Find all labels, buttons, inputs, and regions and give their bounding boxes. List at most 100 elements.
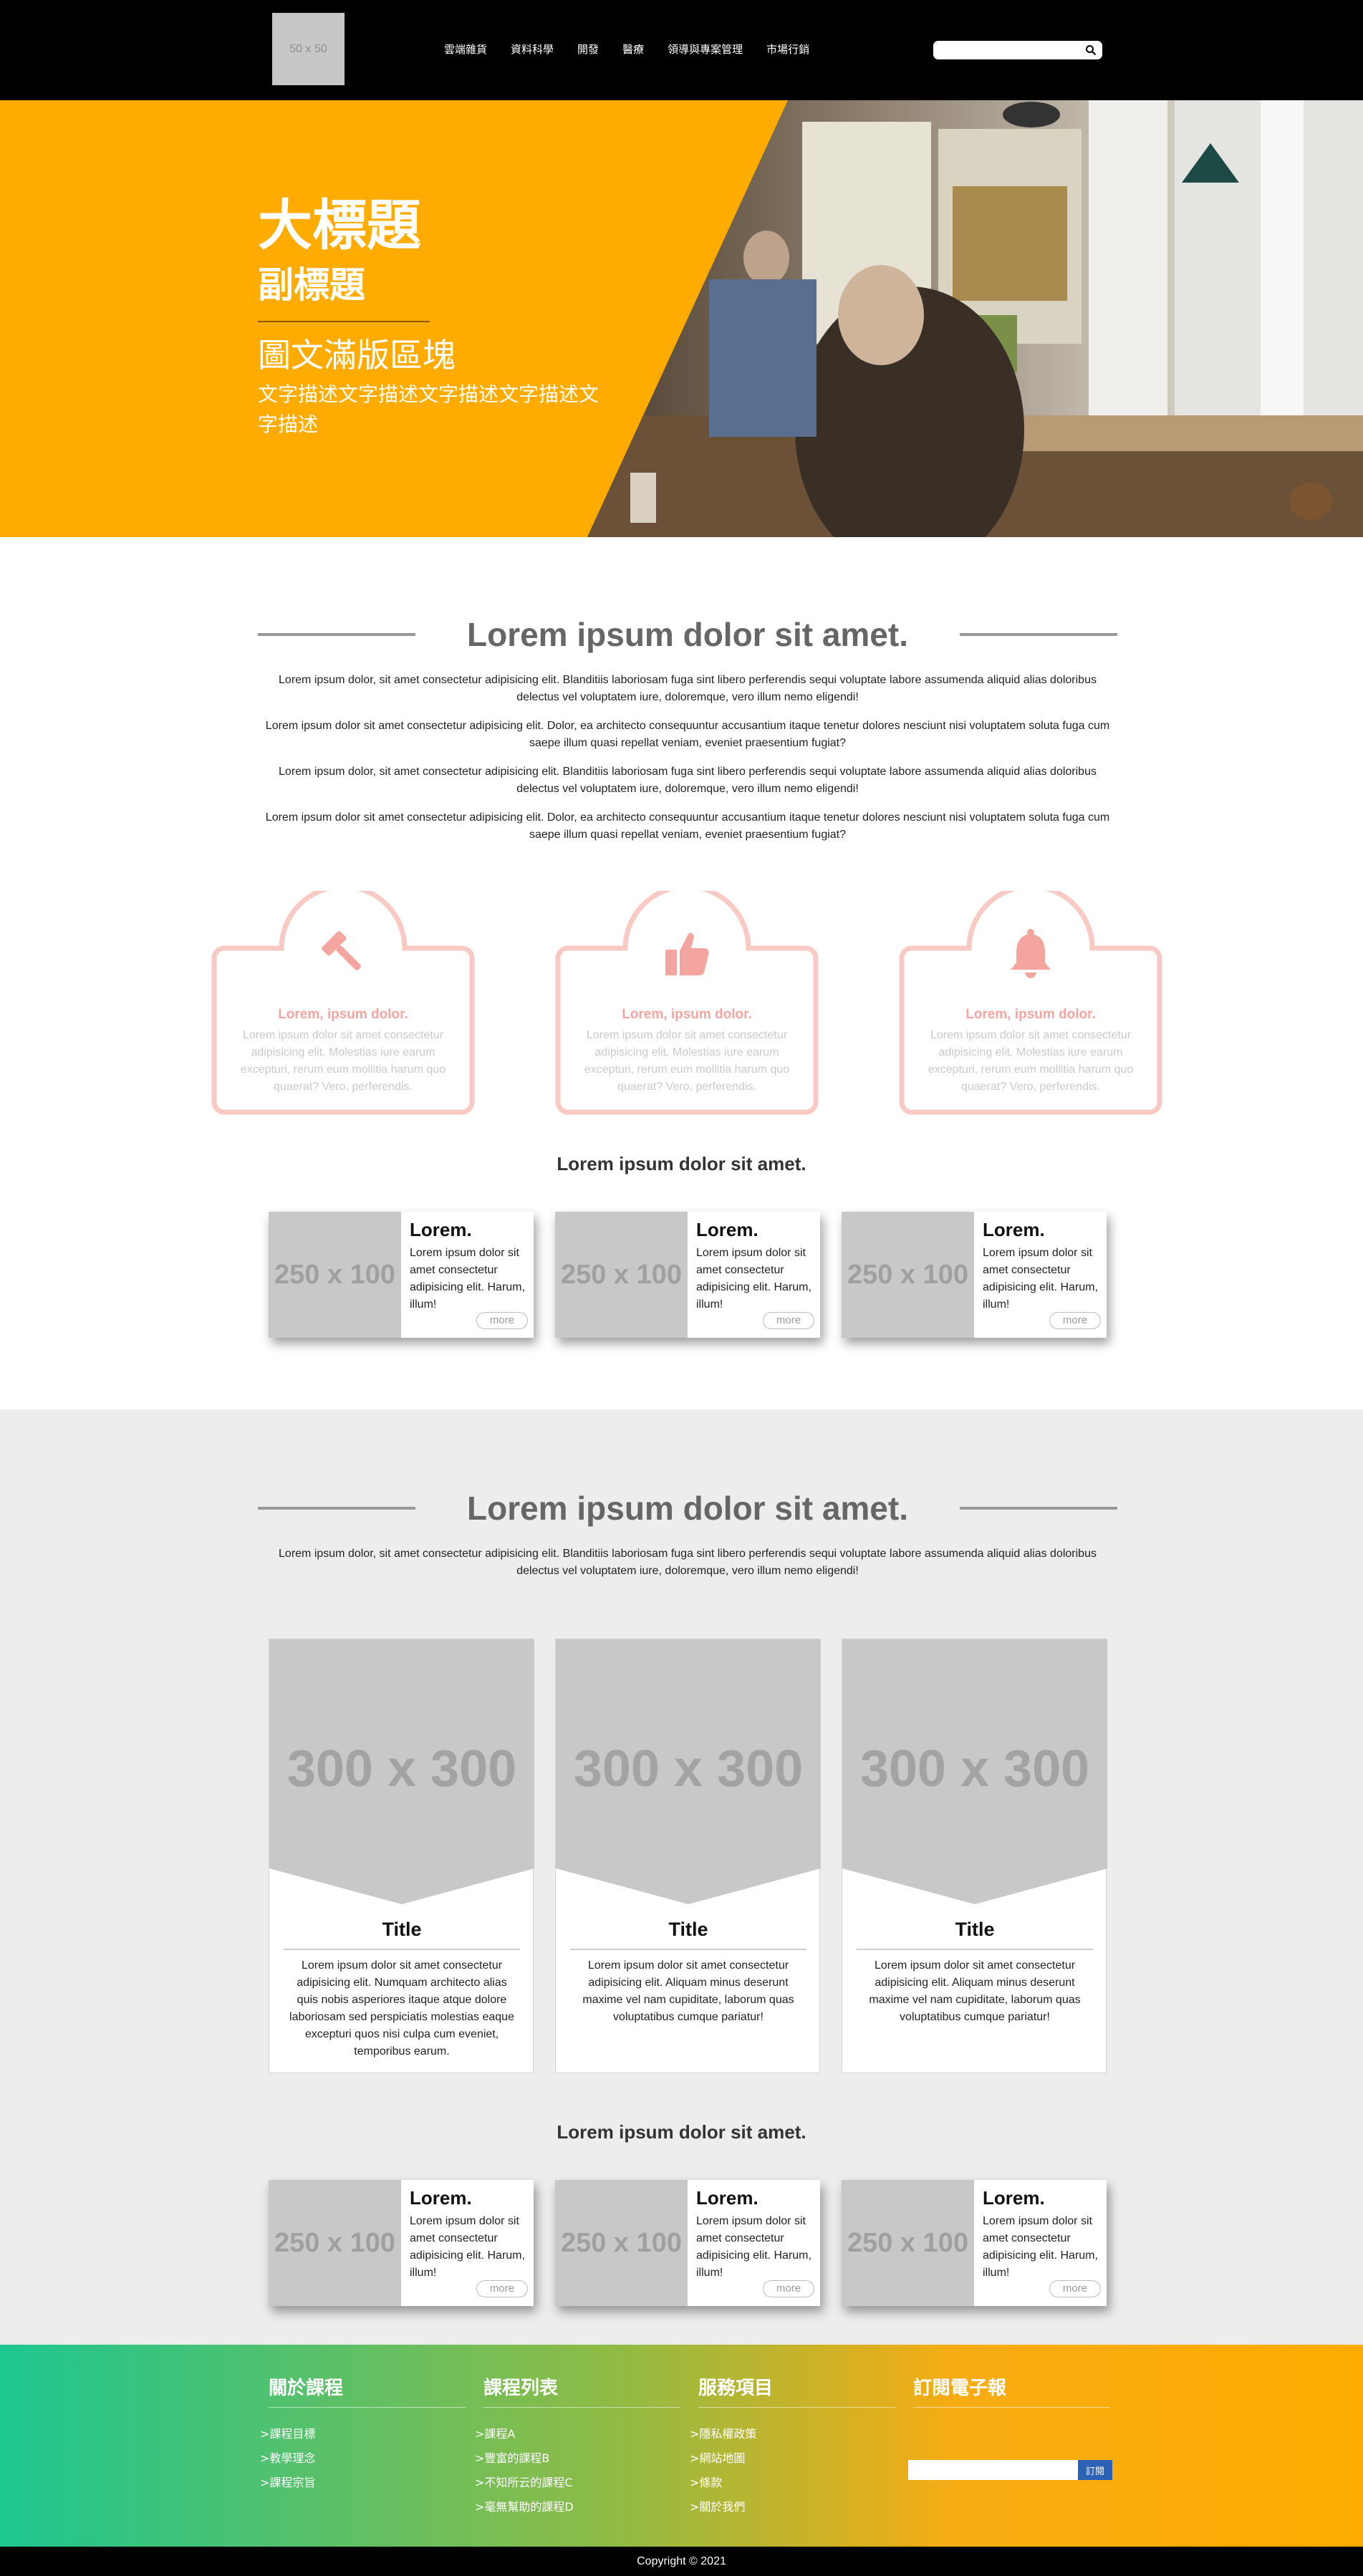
footer-link[interactable]: >毫無幫助的課程D — [475, 2495, 680, 2519]
card-title: Lorem. — [696, 1219, 758, 1240]
footer-column-title: 訂閱電子報 — [913, 2373, 1110, 2408]
footer-column-title: 服務項目 — [698, 2373, 895, 2408]
section1-paragraph: Lorem ipsum dolor, sit amet consectetur … — [279, 674, 1097, 703]
section1-title-row: Lorem ipsum dolor sit amet. — [258, 613, 1117, 656]
card-thumbnail: 250 x 100 — [842, 2180, 974, 2306]
nav-item-data-science[interactable]: 資料科學 — [511, 42, 554, 57]
feature-title: Lorem, ipsum dolor. — [622, 1007, 752, 1022]
card-description: Lorem ipsum dolor sit amet consectetur a… — [410, 2215, 525, 2279]
nav-item-marketing[interactable]: 市場行銷 — [766, 42, 809, 57]
small-card: 250 x 100 Lorem. Lorem ipsum dolor sit a… — [269, 1212, 534, 1338]
footer-link[interactable]: >課程A — [475, 2422, 680, 2446]
hero-text: 大標題 副標題 圖文滿版區塊 文字描述文字描述文字描述文字描述文字描述 — [258, 193, 616, 440]
card-title: Title — [382, 1919, 422, 1940]
nav-item-medical[interactable]: 醫療 — [622, 42, 644, 57]
thumbs-up-icon — [665, 932, 709, 975]
card-title: Lorem. — [410, 1219, 472, 1240]
card-description: Lorem ipsum dolor sit amet consectetur a… — [983, 1247, 1098, 1311]
hero-photo — [587, 100, 1363, 537]
footer-column-services: 服務項目 >隱私權政策 >網站地圖 >條款 >關於我們 — [690, 2373, 895, 2519]
section1-paragraph: Lorem ipsum dolor sit amet consectetur a… — [265, 720, 1110, 749]
section2-paragraph: Lorem ipsum dolor, sit amet consectetur … — [279, 1548, 1097, 1577]
small-card: 250 x 100 Lorem. Lorem ipsum dolor sit a… — [555, 1212, 820, 1338]
feature-description: Lorem ipsum dolor sit amet consectetur a… — [928, 1029, 1134, 1093]
card-thumbnail: 250 x 100 — [269, 2180, 401, 2306]
card-title: Lorem. — [696, 2187, 758, 2209]
big-card: 300 x 300 Title Lorem ipsum dolor sit am… — [842, 1639, 1107, 2073]
footer-link[interactable]: >課程宗旨 — [260, 2471, 466, 2495]
section2-title: Lorem ipsum dolor sit amet. — [467, 1490, 908, 1527]
site-header: 50 x 50 雲端雜貨 資料科學 開發 醫療 領導與專案管理 市場行銷 — [0, 0, 1363, 100]
footer-column-title: 課程列表 — [483, 2373, 680, 2408]
card-divider — [857, 1949, 1093, 1950]
card-thumbnail: 250 x 100 — [555, 2180, 688, 2306]
section1-paragraph: Lorem ipsum dolor, sit amet consectetur … — [279, 766, 1097, 795]
small-card: 250 x 100 Lorem. Lorem ipsum dolor sit a… — [842, 1212, 1107, 1338]
footer-column-courses: 課程列表 >課程A >豐富的課程B >不知所云的課程C >毫無幫助的課程D — [475, 2373, 680, 2519]
small-card: 250 x 100 Lorem. Lorem ipsum dolor sit a… — [842, 2180, 1107, 2306]
card-description: Lorem ipsum dolor sit amet consectetur a… — [289, 1959, 514, 2058]
title-bar-right — [960, 633, 1117, 636]
card-image-label: 300 x 300 — [573, 1740, 804, 1798]
more-button[interactable]: more — [1049, 1312, 1101, 1329]
section1-paragraph: Lorem ipsum dolor sit amet consectetur a… — [265, 811, 1110, 841]
footer-link[interactable]: >隱私權政策 — [690, 2422, 895, 2446]
title-bar-left — [258, 1507, 415, 1510]
feature-card: Lorem, ipsum dolor. Lorem ipsum dolor si… — [554, 891, 820, 1116]
more-button[interactable]: more — [763, 1312, 814, 1329]
footer-link[interactable]: >豐富的課程B — [475, 2446, 680, 2471]
footer-link[interactable]: >條款 — [690, 2471, 895, 2495]
feature-title: Lorem, ipsum dolor. — [278, 1007, 408, 1022]
feature-card: Lorem, ipsum dolor. Lorem ipsum dolor si… — [210, 891, 476, 1116]
footer-link[interactable]: >課程目標 — [260, 2422, 466, 2446]
card-description: Lorem ipsum dolor sit amet consectetur a… — [983, 2215, 1098, 2279]
main-nav: 雲端雜貨 資料科學 開發 醫療 領導與專案管理 市場行銷 — [444, 42, 809, 57]
card-description: Lorem ipsum dolor sit amet consectetur a… — [410, 1247, 525, 1311]
logo[interactable]: 50 x 50 — [272, 13, 345, 85]
footer-link[interactable]: >網站地圖 — [690, 2446, 895, 2471]
section1-cards-heading: Lorem ipsum dolor sit amet. — [557, 1153, 806, 1174]
footer-link[interactable]: >關於我們 — [690, 2495, 895, 2519]
hero-divider — [258, 321, 430, 322]
more-button[interactable]: more — [763, 2280, 814, 2297]
nav-item-cloud[interactable]: 雲端雜貨 — [444, 42, 487, 57]
search-input[interactable] — [940, 43, 1077, 57]
search-box — [933, 41, 1102, 59]
card-description: Lorem ipsum dolor sit amet consectetur a… — [696, 1247, 811, 1311]
nav-item-development[interactable]: 開發 — [577, 42, 599, 57]
newsletter-email-input[interactable] — [908, 2460, 1078, 2480]
subscribe-button[interactable]: 訂閱 — [1078, 2460, 1112, 2480]
section2-title-row: Lorem ipsum dolor sit amet. — [258, 1487, 1117, 1530]
hero-description: 文字描述文字描述文字描述文字描述文字描述 — [258, 382, 599, 436]
footer-column-title: 關於課程 — [269, 2373, 466, 2408]
card-title: Title — [955, 1919, 995, 1940]
footer-column-newsletter: 訂閱電子報 — [913, 2373, 1110, 2408]
card-description: Lorem ipsum dolor sit amet consectetur a… — [696, 2215, 811, 2279]
footer-link[interactable]: >教學理念 — [260, 2446, 466, 2471]
card-description: Lorem ipsum dolor sit amet consectetur a… — [869, 1959, 1081, 2023]
card-title: Lorem. — [983, 1219, 1045, 1240]
title-bar-right — [960, 1507, 1117, 1510]
feature-description: Lorem ipsum dolor sit amet consectetur a… — [584, 1029, 790, 1093]
card-divider — [570, 1949, 806, 1950]
copyright-bar: Copyright © 2021 — [0, 2547, 1363, 2576]
card-thumbnail: 250 x 100 — [269, 1212, 401, 1338]
section1-title: Lorem ipsum dolor sit amet. — [467, 616, 908, 653]
section2-cards-heading: Lorem ipsum dolor sit amet. — [557, 2121, 806, 2143]
more-button[interactable]: more — [1049, 2280, 1101, 2297]
hero-subtitle: 副標題 — [258, 264, 365, 306]
bell-icon — [1011, 929, 1051, 978]
feature-title: Lorem, ipsum dolor. — [965, 1007, 1096, 1022]
search-icon[interactable] — [1085, 44, 1097, 56]
card-title: Lorem. — [410, 2187, 472, 2209]
footer-link[interactable]: >不知所云的課程C — [475, 2471, 680, 2495]
gavel-icon — [322, 931, 361, 970]
feature-card: Lorem, ipsum dolor. Lorem ipsum dolor si… — [897, 891, 1164, 1116]
more-button[interactable]: more — [476, 2280, 528, 2297]
hero-banner: 大標題 副標題 圖文滿版區塊 文字描述文字描述文字描述文字描述文字描述 — [0, 100, 1363, 537]
nav-item-leadership[interactable]: 領導與專案管理 — [668, 42, 743, 57]
site-footer: 關於課程 >課程目標 >教學理念 >課程宗旨 課程列表 >課程A >豐富的課程B… — [0, 2345, 1363, 2547]
more-button[interactable]: more — [476, 1312, 528, 1329]
card-title: Lorem. — [983, 2187, 1045, 2209]
hero-title: 大標題 — [258, 193, 421, 257]
